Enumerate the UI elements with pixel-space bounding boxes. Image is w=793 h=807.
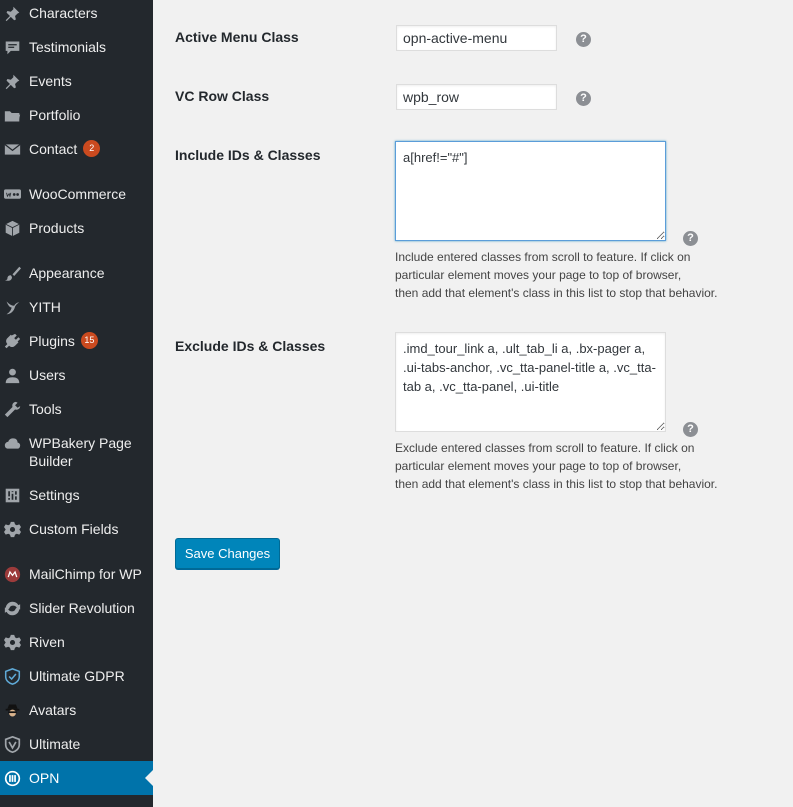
sidebar-item-tools[interactable]: Tools (0, 400, 153, 418)
exclude-ids-classes-textarea[interactable]: .imd_tour_link a, .ult_tab_li a, .bx-pag… (395, 332, 666, 432)
testimonial-icon (3, 38, 21, 56)
save-changes-button[interactable]: Save Changes (175, 538, 280, 569)
description-line: particular element moves your page to to… (395, 459, 682, 473)
sidebar-item-label: Ultimate GDPR (29, 668, 125, 684)
exclude-description: Exclude entered classes from scroll to f… (395, 439, 735, 493)
sidebar-item-label: Custom Fields (29, 521, 119, 537)
sidebar-item-label: WooCommerce (29, 186, 126, 202)
sidebar-item-label: OPN (29, 770, 60, 786)
cloud-icon (3, 434, 21, 452)
active-menu-class-label: Active Menu Class (175, 29, 299, 45)
plugin-icon (3, 332, 21, 350)
include-ids-classes-textarea[interactable]: a[href!="#"] (395, 141, 666, 241)
sidebar-item-label: Avatars (29, 702, 77, 718)
description-line: Include entered classes from scroll to f… (395, 250, 691, 264)
paintbrush-icon (3, 264, 21, 282)
pushpin-icon (3, 4, 21, 22)
sidebar-item-woocommerce[interactable]: WooCommerce (0, 185, 153, 203)
sidebar-item-mailchimp[interactable]: MailChimp for WP (0, 565, 153, 583)
sidebar-item-label: Ultimate (29, 736, 81, 752)
refresh-icon (3, 599, 21, 617)
description-line: then add that element's class in this li… (395, 286, 718, 300)
pushpin-icon (3, 72, 21, 90)
sidebar-item-label: Plugins (29, 333, 75, 349)
sidebar-item-users[interactable]: Users (0, 366, 153, 384)
shield-v-icon (3, 735, 21, 753)
sidebar-item-label: YITH (29, 299, 61, 315)
sidebar-item-label: Users (29, 367, 66, 383)
admin-sidebar: Characters Testimonials Events Portfolio… (0, 0, 153, 807)
help-icon[interactable]: ? (576, 91, 591, 106)
sidebar-item-label: Slider Revolution (29, 600, 135, 616)
gear-icon (3, 520, 21, 538)
include-description: Include entered classes from scroll to f… (395, 248, 735, 302)
sidebar-item-label: Settings (29, 487, 80, 503)
box-icon (3, 219, 21, 237)
sidebar-item-opn[interactable]: OPN (0, 761, 153, 795)
help-icon[interactable]: ? (683, 422, 698, 437)
sidebar-item-ultimate[interactable]: Ultimate (0, 735, 153, 753)
yith-icon (3, 298, 21, 316)
gear-icon (3, 633, 21, 651)
settings-sliders-icon (3, 486, 21, 504)
wrench-icon (3, 400, 21, 418)
sidebar-item-testimonials[interactable]: Testimonials (0, 38, 153, 56)
shield-check-icon (3, 667, 21, 685)
sidebar-item-products[interactable]: Products (0, 219, 153, 237)
current-menu-arrow (145, 770, 153, 786)
email-icon (3, 140, 21, 158)
sidebar-item-portfolio[interactable]: Portfolio (0, 106, 153, 124)
sidebar-item-plugins[interactable]: Plugins 15 (0, 332, 153, 350)
opn-icon (3, 769, 21, 787)
sidebar-item-avatars[interactable]: Avatars (0, 701, 153, 719)
vc-row-class-input[interactable] (396, 84, 557, 110)
sidebar-item-custom-fields[interactable]: Custom Fields (0, 520, 153, 538)
vc-row-class-label: VC Row Class (175, 88, 270, 104)
sidebar-item-label: Products (29, 220, 85, 236)
exclude-ids-classes-label: Exclude IDs & Classes (175, 338, 326, 354)
sidebar-item-label: Contact (29, 141, 78, 157)
sidebar-item-label: WPBakery Page Builder (29, 435, 132, 469)
active-menu-class-input[interactable] (396, 25, 557, 51)
woocommerce-icon (3, 185, 21, 203)
sidebar-item-characters[interactable]: Characters (0, 4, 153, 22)
notification-badge: 2 (83, 140, 101, 157)
sidebar-item-ultimate-gdpr[interactable]: Ultimate GDPR (0, 667, 153, 685)
sidebar-item-label: Testimonials (29, 39, 107, 55)
description-line: Exclude entered classes from scroll to f… (395, 441, 695, 455)
sidebar-item-yith[interactable]: YITH (0, 298, 153, 316)
help-icon[interactable]: ? (576, 32, 591, 47)
sidebar-item-label: Tools (29, 401, 62, 417)
folder-icon (3, 106, 21, 124)
description-line: then add that element's class in this li… (395, 477, 718, 491)
sidebar-item-contact[interactable]: Contact 2 (0, 140, 153, 158)
spy-avatar-icon (3, 701, 21, 719)
sidebar-item-wpbakery[interactable]: WPBakery Page Builder (0, 434, 153, 470)
sidebar-item-label: Portfolio (29, 107, 81, 123)
mailchimp-icon (3, 565, 21, 583)
sidebar-item-label: Events (29, 73, 72, 89)
sidebar-item-settings[interactable]: Settings (0, 486, 153, 504)
sidebar-item-events[interactable]: Events (0, 72, 153, 90)
user-icon (3, 366, 21, 384)
sidebar-item-label: Riven (29, 634, 65, 650)
sidebar-item-slider-revolution[interactable]: Slider Revolution (0, 599, 153, 617)
sidebar-item-label: Appearance (29, 265, 105, 281)
notification-badge: 15 (80, 332, 98, 349)
description-line: particular element moves your page to to… (395, 268, 682, 282)
help-icon[interactable]: ? (683, 231, 698, 246)
sidebar-item-appearance[interactable]: Appearance (0, 264, 153, 282)
sidebar-item-label: MailChimp for WP (29, 566, 142, 582)
sidebar-item-riven[interactable]: Riven (0, 633, 153, 651)
sidebar-item-label: Characters (29, 5, 98, 21)
include-ids-classes-label: Include IDs & Classes (175, 147, 321, 163)
